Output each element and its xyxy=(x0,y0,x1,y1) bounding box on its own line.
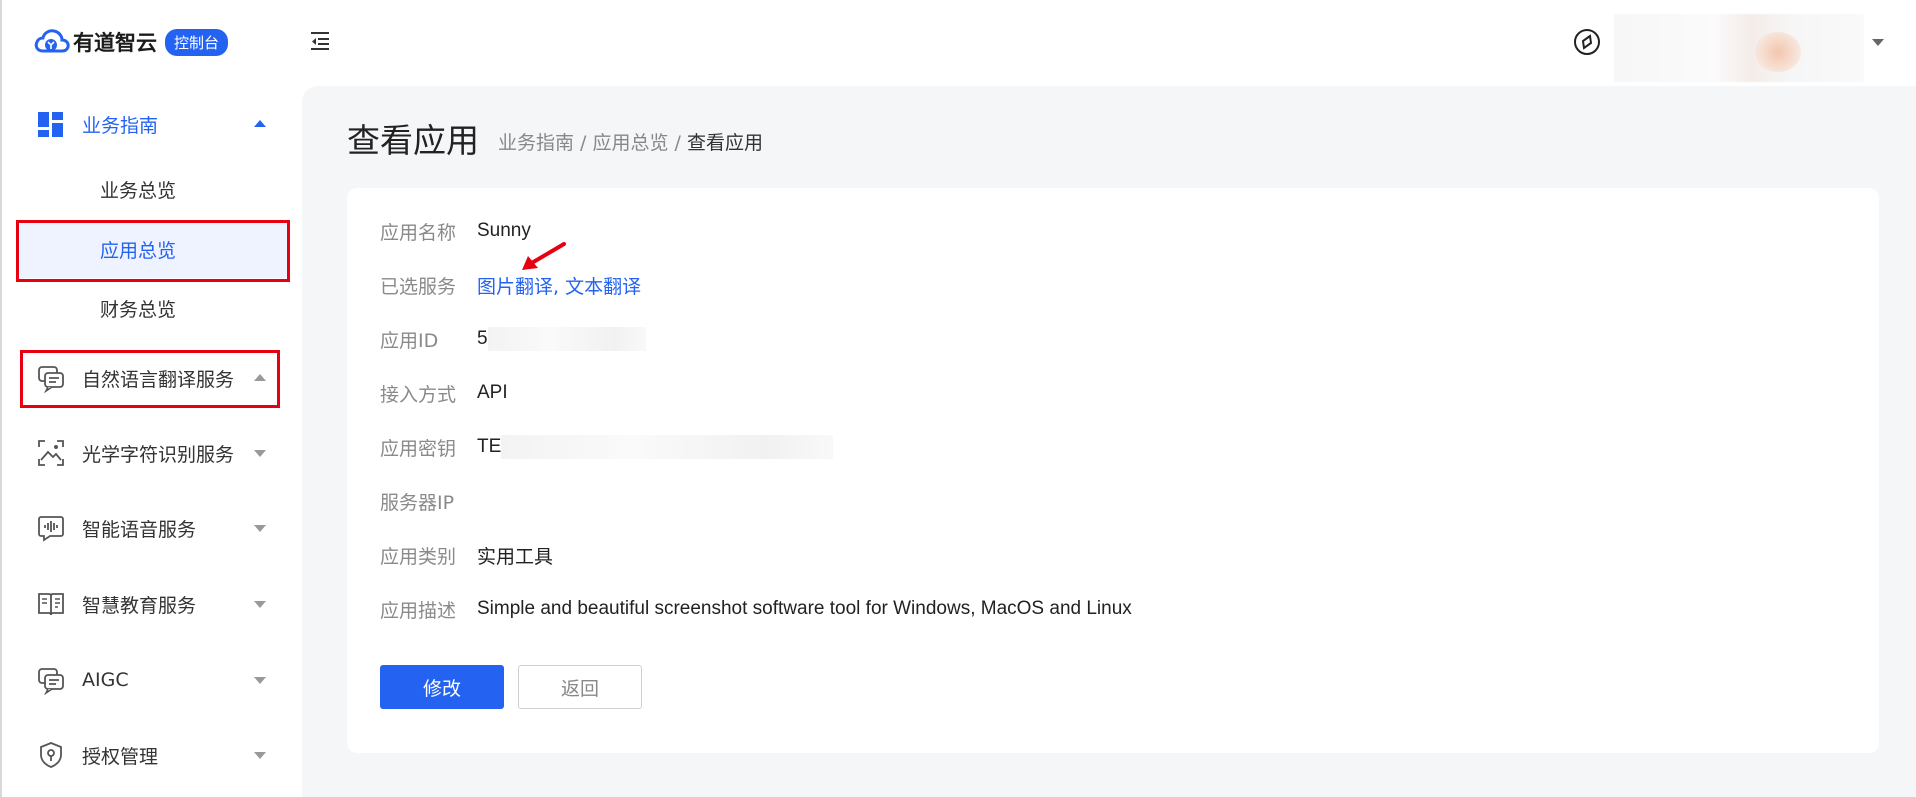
breadcrumb-current: 查看应用 xyxy=(687,132,764,154)
annotation-arrow-icon xyxy=(522,242,566,270)
chat-translate-icon xyxy=(38,366,64,393)
shield-key-icon xyxy=(40,742,62,768)
breadcrumb-link[interactable]: 应用总览 xyxy=(593,132,669,154)
chevron-down-icon[interactable] xyxy=(1872,39,1884,46)
detail-row-app-id: 应用ID 5 xyxy=(380,324,646,354)
field-label: 应用类别 xyxy=(380,545,457,568)
description-value: Simple and beautiful screenshot software… xyxy=(477,598,1132,619)
console-badge: 控制台 xyxy=(165,28,229,56)
app-id-value: 5 xyxy=(477,328,488,349)
sidebar-group-aigc[interactable]: AIGC xyxy=(22,652,288,708)
chevron-down-icon xyxy=(254,450,266,457)
chevron-down-icon xyxy=(254,752,266,759)
detail-row-secret: 应用密钥 TE xyxy=(380,432,834,462)
sidebar-group-business-guide[interactable]: 业务指南 xyxy=(22,96,288,152)
sidebar-group-label: 授权管理 xyxy=(82,745,159,768)
detail-row-name: 应用名称 Sunny xyxy=(380,216,531,246)
sidebar-group-voice[interactable]: 智能语音服务 xyxy=(22,500,288,556)
breadcrumb: 业务指南 / 应用总览 / 查看应用 xyxy=(498,132,764,154)
redacted-mask xyxy=(487,327,646,351)
sidebar-group-label: AIGC xyxy=(82,669,129,691)
brand-logo[interactable]: 有道智云 控制台 xyxy=(34,26,229,58)
field-label: 应用密钥 xyxy=(380,437,457,460)
breadcrumb-link[interactable]: 业务指南 xyxy=(498,132,574,154)
detail-row-server-ip: 服务器IP xyxy=(380,486,477,516)
sidebar-group-label: 业务指南 xyxy=(82,114,159,137)
detail-row-description: 应用描述 Simple and beautiful screenshot sof… xyxy=(380,594,1132,624)
collapse-menu-icon[interactable] xyxy=(309,30,331,52)
sidebar-group-authorization[interactable]: 授权管理 xyxy=(22,727,288,783)
detail-row-access: 接入方式 API xyxy=(380,378,508,408)
detail-row-services: 已选服务 图片翻译, 文本翻译 xyxy=(380,270,641,300)
sidebar-item-finance-overview[interactable]: 财务总览 xyxy=(20,279,290,337)
aigc-chat-icon xyxy=(38,668,64,695)
access-method-value: API xyxy=(477,382,508,403)
services-link[interactable]: 图片翻译, 文本翻译 xyxy=(477,272,641,299)
field-label: 应用名称 xyxy=(380,221,457,244)
page-title: 查看应用 xyxy=(347,121,479,160)
chevron-down-icon xyxy=(254,525,266,532)
field-label: 接入方式 xyxy=(380,383,457,406)
sidebar-item-business-overview[interactable]: 业务总览 xyxy=(20,160,290,218)
education-book-icon xyxy=(38,593,64,616)
cloud-logo-icon xyxy=(34,29,70,53)
sidebar-group-label: 光学字符识别服务 xyxy=(82,443,235,466)
field-label: 应用ID xyxy=(380,329,439,352)
back-button[interactable]: 返回 xyxy=(518,665,642,709)
user-account-area[interactable] xyxy=(1614,14,1864,82)
chevron-up-icon xyxy=(254,120,266,127)
field-label: 应用描述 xyxy=(380,599,457,622)
edit-button[interactable]: 修改 xyxy=(380,665,504,709)
app-secret-value: TE xyxy=(477,436,502,457)
field-label: 已选服务 xyxy=(380,275,457,298)
chevron-down-icon xyxy=(254,677,266,684)
sidebar-group-label: 智慧教育服务 xyxy=(82,594,197,617)
sidebar-group-education[interactable]: 智慧教育服务 xyxy=(22,576,288,632)
sidebar-item-app-overview[interactable]: 应用总览 xyxy=(20,220,290,278)
app-name-value: Sunny xyxy=(477,220,531,241)
dashboard-grid-icon xyxy=(38,112,63,137)
compass-icon[interactable] xyxy=(1573,28,1601,56)
chevron-down-icon xyxy=(254,601,266,608)
voice-wave-icon xyxy=(38,516,64,542)
scan-image-icon xyxy=(38,440,64,466)
chevron-up-icon xyxy=(254,374,266,381)
sidebar: 有道智云 控制台 业务指南 业务总览 应用总览 财务总览 自然语言翻译服务 光学… xyxy=(0,0,302,797)
category-value: 实用工具 xyxy=(477,545,554,568)
brand-name: 有道智云 xyxy=(73,31,157,55)
redacted-mask xyxy=(501,435,834,459)
sidebar-group-label: 自然语言翻译服务 xyxy=(82,368,235,391)
field-label: 服务器IP xyxy=(380,491,455,514)
sidebar-group-label: 智能语音服务 xyxy=(82,518,197,541)
sidebar-group-nlp-translation[interactable]: 自然语言翻译服务 xyxy=(22,350,288,406)
avatar[interactable] xyxy=(1755,32,1801,72)
detail-row-category: 应用类别 实用工具 xyxy=(380,540,553,570)
sidebar-group-ocr[interactable]: 光学字符识别服务 xyxy=(22,425,288,481)
